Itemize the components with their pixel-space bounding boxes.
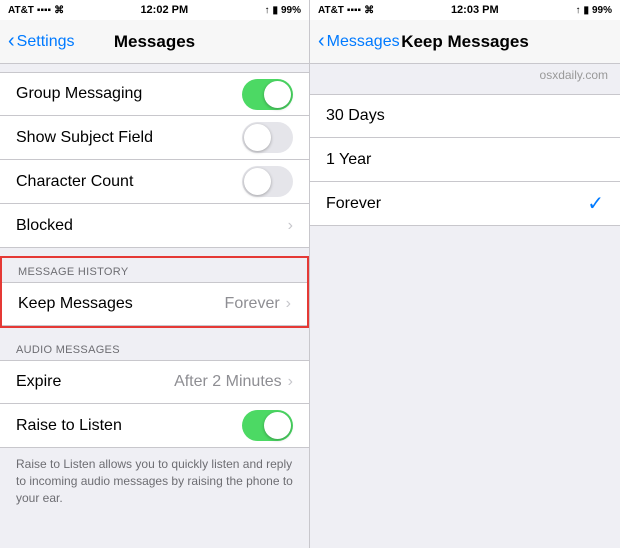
km-options-group: 30 Days 1 Year Forever ✓ xyxy=(310,94,620,226)
expire-right: After 2 Minutes › xyxy=(174,373,293,391)
left-status-bar: AT&T ▪▪▪▪ ⌘ 12:02 PM ↑ ▮ 99% xyxy=(0,0,309,20)
page-title: Messages xyxy=(114,32,195,52)
blocked-item[interactable]: Blocked › xyxy=(0,204,309,248)
chevron-right-icon: › xyxy=(288,217,293,235)
expire-value: After 2 Minutes xyxy=(174,373,282,391)
expire-item[interactable]: Expire After 2 Minutes › xyxy=(0,360,309,404)
km-1-year-label: 1 Year xyxy=(326,151,371,169)
group-messaging-item[interactable]: Group Messaging xyxy=(0,72,309,116)
right-signal-icon: ▪▪▪▪ xyxy=(347,5,361,16)
show-subject-label: Show Subject Field xyxy=(16,129,153,147)
keep-messages-chevron: › xyxy=(286,295,291,313)
history-spacer xyxy=(0,248,309,256)
left-time: 12:02 PM xyxy=(140,4,188,16)
raise-to-listen-toggle[interactable] xyxy=(242,410,293,441)
battery-pct: 99% xyxy=(281,5,301,16)
message-history-header: MESSAGE HISTORY xyxy=(2,258,307,282)
top-spacer xyxy=(0,64,309,72)
audio-messages-group: AUDIO MESSAGES Expire After 2 Minutes › … xyxy=(0,336,309,448)
footer-text: Raise to Listen allows you to quickly li… xyxy=(0,448,309,518)
right-page-title: Keep Messages xyxy=(401,32,529,52)
carrier-name: AT&T xyxy=(8,5,34,16)
keep-messages-list: 30 Days 1 Year Forever ✓ xyxy=(310,86,620,548)
right-carrier-name: AT&T xyxy=(318,5,344,16)
right-chevron-left-icon: ‹ xyxy=(318,30,325,53)
back-label[interactable]: Settings xyxy=(17,33,75,51)
right-arrow-icon: ↑ xyxy=(575,5,580,16)
message-history-section: MESSAGE HISTORY Keep Messages Forever › xyxy=(0,256,309,328)
right-status-bar: AT&T ▪▪▪▪ ⌘ 12:03 PM ↑ ▮ 99% xyxy=(310,0,620,20)
blocked-label: Blocked xyxy=(16,217,73,235)
keep-messages-label: Keep Messages xyxy=(18,295,133,313)
right-time: 12:03 PM xyxy=(451,4,499,16)
km-30-days-label: 30 Days xyxy=(326,107,385,125)
character-count-toggle[interactable] xyxy=(242,166,293,197)
wifi-icon: ⌘ xyxy=(54,5,64,16)
toggle-knob xyxy=(264,81,291,108)
right-back-label[interactable]: Messages xyxy=(327,33,400,51)
expire-label: Expire xyxy=(16,373,61,391)
group-messaging-label: Group Messaging xyxy=(16,85,142,103)
keep-messages-value: Forever xyxy=(225,295,280,313)
settings-list: Group Messaging Show Subject Field Chara… xyxy=(0,64,309,548)
show-subject-toggle[interactable] xyxy=(242,122,293,153)
blocked-right: › xyxy=(288,217,293,235)
battery-icon: ▮ xyxy=(272,5,278,16)
character-count-label: Character Count xyxy=(16,173,133,191)
left-panel: AT&T ▪▪▪▪ ⌘ 12:02 PM ↑ ▮ 99% ‹ Settings … xyxy=(0,0,310,548)
right-battery-pct: 99% xyxy=(592,5,612,16)
back-button[interactable]: ‹ Settings xyxy=(8,30,74,53)
right-battery: ↑ ▮ 99% xyxy=(575,5,612,16)
left-carrier-info: AT&T ▪▪▪▪ ⌘ xyxy=(8,5,64,16)
right-nav-bar: ‹ Messages Keep Messages xyxy=(310,20,620,64)
audio-spacer xyxy=(0,328,309,336)
show-subject-item[interactable]: Show Subject Field xyxy=(0,116,309,160)
km-1-year-item[interactable]: 1 Year xyxy=(310,138,620,182)
raise-to-listen-label: Raise to Listen xyxy=(16,417,122,435)
character-count-item[interactable]: Character Count xyxy=(0,160,309,204)
expire-chevron: › xyxy=(288,373,293,391)
main-settings-group: Group Messaging Show Subject Field Chara… xyxy=(0,64,309,248)
right-panel: AT&T ▪▪▪▪ ⌘ 12:03 PM ↑ ▮ 99% ‹ Messages … xyxy=(310,0,620,548)
right-wifi-icon: ⌘ xyxy=(364,5,374,16)
chevron-left-icon: ‹ xyxy=(8,30,15,53)
raise-to-listen-item[interactable]: Raise to Listen xyxy=(0,404,309,448)
right-battery-icon: ▮ xyxy=(583,5,589,16)
right-back-button[interactable]: ‹ Messages xyxy=(318,30,400,53)
signal-icon: ▪▪▪▪ xyxy=(37,5,51,16)
watermark: osxdaily.com xyxy=(310,64,620,86)
left-battery: ↑ ▮ 99% xyxy=(264,5,301,16)
km-forever-item[interactable]: Forever ✓ xyxy=(310,182,620,226)
keep-messages-right: Forever › xyxy=(225,295,291,313)
km-30-days-item[interactable]: 30 Days xyxy=(310,94,620,138)
audio-messages-header: AUDIO MESSAGES xyxy=(0,336,309,360)
toggle-knob xyxy=(244,168,271,195)
toggle-knob xyxy=(264,412,291,439)
keep-messages-item[interactable]: Keep Messages Forever › xyxy=(2,282,307,326)
right-carrier-info: AT&T ▪▪▪▪ ⌘ xyxy=(318,5,374,16)
group-messaging-toggle[interactable] xyxy=(242,79,293,110)
km-checkmark-icon: ✓ xyxy=(587,191,604,216)
km-forever-label: Forever xyxy=(326,195,381,213)
left-nav-bar: ‹ Settings Messages xyxy=(0,20,309,64)
toggle-knob xyxy=(244,124,271,151)
arrow-icon: ↑ xyxy=(264,5,269,16)
